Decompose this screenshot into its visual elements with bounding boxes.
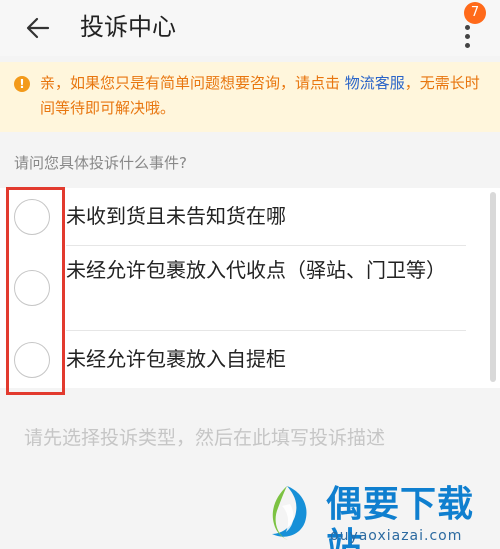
option-label: 未收到货且未告知货在哪 <box>66 204 286 228</box>
notice-text: 亲，如果您只是有简单问题想要咨询，请点击 物流客服，无需长时间等待即可解决哦。 <box>40 71 480 121</box>
logistics-service-link[interactable]: 物流客服 <box>345 74 405 92</box>
complaint-option[interactable]: 未收到货且未告知货在哪 <box>0 188 500 245</box>
watermark-url: ouyaoxiazai.com <box>330 528 463 544</box>
page-title: 投诉中心 <box>80 13 176 41</box>
option-label: 未经允许包裹放入代收点（驿站、门卫等） <box>66 258 446 282</box>
back-arrow-icon[interactable] <box>24 14 52 42</box>
complaint-question: 请问您具体投诉什么事件? <box>14 154 187 172</box>
top-app-bar: 投诉中心 7 <box>0 0 500 56</box>
more-menu-button[interactable]: 7 <box>452 2 486 48</box>
kebab-dot-icon <box>465 43 470 48</box>
kebab-dot-icon <box>465 34 470 39</box>
complaint-option[interactable]: 未经允许包裹放入代收点（驿站、门卫等） <box>0 246 500 330</box>
option-label: 未经允许包裹放入自提柜 <box>66 347 286 371</box>
complaint-options-list: 未收到货且未告知货在哪 未经允许包裹放入代收点（驿站、门卫等） 未经允许包裹放入… <box>0 188 500 388</box>
complaint-description-input[interactable]: 请先选择投诉类型，然后在此填写投诉描述 <box>24 425 385 451</box>
annotation-highlight-box <box>6 187 65 395</box>
notification-badge: 7 <box>464 2 486 24</box>
scrollbar[interactable] <box>490 192 496 382</box>
watermark-logo-icon <box>272 486 307 540</box>
complaint-option[interactable]: 未经允许包裹放入自提柜 <box>0 331 500 388</box>
kebab-dot-icon <box>465 25 470 30</box>
info-icon: ! <box>14 76 30 92</box>
notice-prefix: 亲，如果您只是有简单问题想要咨询，请点击 <box>40 74 345 92</box>
